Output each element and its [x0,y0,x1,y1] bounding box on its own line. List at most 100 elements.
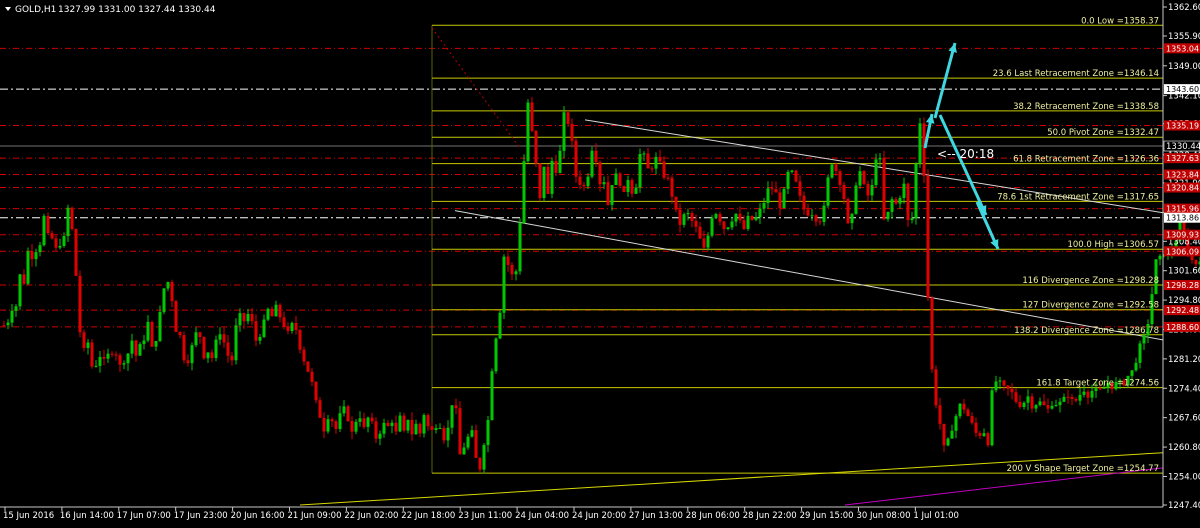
candle-body [831,165,834,178]
candle-body [659,157,662,161]
candle-body [107,354,110,359]
price-tick-label: 1247.40 [1168,501,1200,511]
candle-body [855,185,858,213]
candle-body [767,188,770,203]
candle-body [351,421,354,432]
candle-body [539,164,542,198]
candle-body [131,341,134,354]
candle-body [863,171,866,184]
candle-body [623,186,626,192]
candle-body [311,372,314,382]
candle-body [391,423,394,426]
candle-body [719,214,722,222]
candle-body [327,419,330,431]
candle-body [1139,343,1142,362]
candle-body [575,141,578,177]
fib-level-label: 116 Divergence Zone =1298.28 [1022,276,1159,286]
candle-body [67,208,70,236]
candle-body [559,151,562,173]
candle-body [99,357,102,366]
candle-body [979,433,982,436]
candle-body [775,189,778,192]
candle-body [87,342,90,347]
candle-body [807,210,810,216]
candle-body [795,171,798,182]
candle-body [203,337,206,358]
candle-body [727,227,730,229]
candle-body [1143,335,1146,343]
candle-body [451,405,454,427]
price-chart-canvas[interactable]: 0.0 Low =1358.3723.6 Last Retracement Zo… [0,0,1200,524]
candle-body [955,416,958,431]
candle-body [879,158,882,159]
candle-body [599,162,602,184]
candle-body [1023,403,1026,407]
candle-body [759,209,762,218]
candle-body [1015,392,1018,402]
candle-body [371,418,374,422]
candle-body [543,167,546,198]
candle-body [743,220,746,229]
candle-body [39,245,42,252]
candle-body [255,321,258,340]
candle-body [747,216,750,229]
candle-body [803,196,806,210]
candle-body [439,428,442,429]
price-tick-label: 1274.40 [1168,384,1200,394]
time-tick-label: 27 Jun 13:00 [629,511,683,521]
candle-body [639,154,642,188]
candle-body [63,236,66,246]
candle-body [187,360,190,363]
price-tick-label: 1362.60 [1168,3,1200,13]
candle-body [447,428,450,441]
candle-body [555,161,558,173]
candle-body [531,103,534,131]
candle-body [1071,397,1074,399]
candle-body [343,406,346,413]
fib-level-label: 0.0 Low =1358.37 [1081,16,1159,26]
candle-body [771,188,774,189]
fib-level-label: 50.0 Pivot Zone =1332.47 [1047,128,1159,138]
candle-body [95,366,98,367]
time-tick-label: 21 Jun 09:00 [288,511,342,521]
candle-body [739,214,742,220]
candle-body [1131,370,1134,376]
candle-body [783,189,786,208]
candle-body [3,325,6,326]
candle-body [375,421,378,438]
candle-body [355,422,358,432]
candle-body [651,168,654,169]
time-tick-label: 20 Jun 16:00 [231,511,285,521]
candle-body [475,430,478,458]
candle-body [551,161,554,194]
red-level-price-label: 1315.96 [1166,205,1199,214]
candle-body [839,171,842,185]
candle-body [1031,396,1034,408]
candle-body [283,317,286,327]
red-level-price-label: 1323.84 [1166,171,1199,180]
candle-body [699,227,702,239]
candle-body [799,182,802,196]
candle-body [427,415,430,426]
candle-body [911,218,914,220]
candle-body [923,123,926,175]
candle-body [707,236,710,248]
candle-body [15,306,18,310]
candle-body [147,322,150,341]
candle-body [571,124,574,141]
candle-body [231,356,234,361]
candle-body [79,276,82,332]
time-tick-label: 17 Jun 07:00 [117,511,171,521]
candle-body [683,214,686,225]
candle-body [951,431,954,439]
gold-h1-chart[interactable]: 0.0 Low =1358.3723.6 Last Retracement Zo… [0,0,1200,524]
candle-body [751,216,754,220]
candle-body [139,344,142,356]
red-level-price-label: 1335.19 [1166,121,1199,130]
candle-body [303,350,306,362]
candle-body [915,164,918,218]
candle-body [587,177,590,187]
candle-body [967,410,970,416]
candle-body [175,301,178,332]
candle-body [1003,381,1006,386]
